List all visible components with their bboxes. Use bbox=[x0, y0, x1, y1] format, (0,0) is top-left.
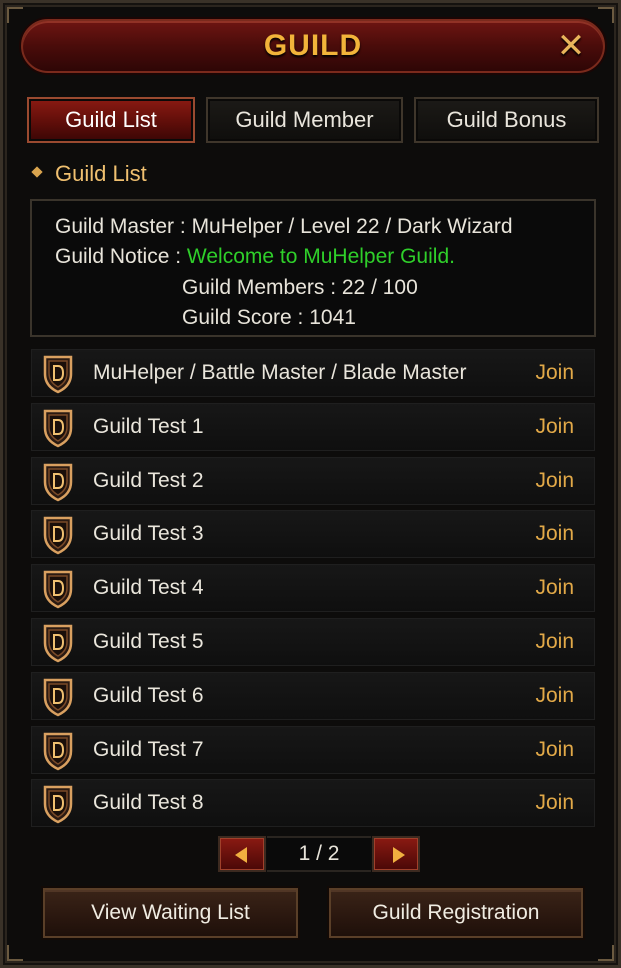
guild-emblem-icon bbox=[41, 515, 75, 555]
guild-emblem-icon bbox=[41, 408, 75, 448]
join-button[interactable]: Join bbox=[535, 415, 574, 439]
guild-emblem-icon bbox=[41, 784, 75, 824]
join-button[interactable]: Join bbox=[535, 522, 574, 546]
guild-members-count: Guild Members : 22 / 100 bbox=[182, 276, 418, 299]
guild-emblem-icon bbox=[41, 677, 75, 717]
guild-master-line: Guild Master : MuHelper / Level 22 / Dar… bbox=[55, 215, 513, 239]
guild-emblem-icon-graphic bbox=[43, 678, 73, 717]
guild-registration-button[interactable]: Guild Registration bbox=[329, 888, 583, 938]
guild-row[interactable]: Guild Test 7 Join bbox=[31, 726, 595, 774]
guild-emblem-icon bbox=[41, 354, 75, 394]
guild-emblem-icon-graphic bbox=[43, 570, 73, 609]
join-button[interactable]: Join bbox=[535, 630, 574, 654]
next-page-button[interactable] bbox=[372, 836, 420, 872]
join-button[interactable]: Join bbox=[535, 684, 574, 708]
tab-guild-member[interactable]: Guild Member bbox=[206, 97, 403, 143]
guild-row[interactable]: Guild Test 8 Join bbox=[31, 779, 595, 827]
guild-info-panel: Guild Master : MuHelper / Level 22 / Dar… bbox=[30, 199, 596, 337]
guild-emblem-icon-graphic bbox=[43, 516, 73, 555]
guild-row[interactable]: Guild Test 5 Join bbox=[31, 618, 595, 666]
guild-emblem-icon-graphic bbox=[43, 785, 73, 824]
guild-name: Guild Test 3 bbox=[93, 522, 204, 545]
guild-row[interactable]: Guild Test 2 Join bbox=[31, 457, 595, 505]
guild-emblem-icon-graphic bbox=[43, 624, 73, 663]
guild-emblem-icon bbox=[41, 462, 75, 502]
guild-row[interactable]: Guild Test 3 Join bbox=[31, 510, 595, 558]
guild-master-value: MuHelper / Level 22 / Dark Wizard bbox=[191, 215, 513, 238]
guild-name: Guild Test 4 bbox=[93, 576, 204, 599]
guild-row[interactable]: Guild Test 1 Join bbox=[31, 403, 595, 451]
guild-name: Guild Test 2 bbox=[93, 469, 204, 492]
join-button[interactable]: Join bbox=[535, 469, 574, 493]
join-button[interactable]: Join bbox=[535, 576, 574, 600]
triangle-right-icon bbox=[393, 847, 405, 863]
view-waiting-list-button[interactable]: View Waiting List bbox=[43, 888, 298, 938]
guild-name: Guild Test 5 bbox=[93, 630, 204, 653]
guild-emblem-icon-graphic bbox=[43, 732, 73, 771]
guild-emblem-icon bbox=[41, 623, 75, 663]
guild-row[interactable]: MuHelper / Battle Master / Blade Master J… bbox=[31, 349, 595, 397]
tab-guild-list[interactable]: Guild List bbox=[27, 97, 195, 143]
guild-emblem-icon bbox=[41, 731, 75, 771]
join-button[interactable]: Join bbox=[535, 791, 574, 815]
prev-page-button[interactable] bbox=[218, 836, 266, 872]
guild-name: MuHelper / Battle Master / Blade Master bbox=[93, 361, 467, 384]
section-title: Guild List bbox=[55, 161, 147, 186]
page-indicator: 1 / 2 bbox=[267, 836, 371, 872]
guild-notice-value: Welcome to MuHelper Guild. bbox=[186, 245, 455, 268]
join-button[interactable]: Join bbox=[535, 738, 574, 762]
diamond-bullet-icon bbox=[31, 166, 43, 178]
guild-emblem-icon-graphic bbox=[43, 463, 73, 502]
guild-score: Guild Score : 1041 bbox=[182, 306, 356, 329]
frame-corner-ornament bbox=[598, 945, 614, 961]
close-icon[interactable]: ✕ bbox=[553, 28, 589, 64]
window-title: GUILD bbox=[263, 29, 363, 62]
frame-corner-ornament bbox=[598, 7, 614, 23]
guild-name: Guild Test 8 bbox=[93, 791, 204, 814]
guild-emblem-icon-graphic bbox=[43, 355, 73, 394]
guild-row[interactable]: Guild Test 4 Join bbox=[31, 564, 595, 612]
guild-notice-label: Guild Notice : bbox=[55, 245, 182, 268]
guild-notice-line: Guild Notice : Welcome to MuHelper Guild… bbox=[55, 245, 455, 269]
guild-name: Guild Test 1 bbox=[93, 415, 204, 438]
guild-master-label: Guild Master : bbox=[55, 215, 186, 238]
guild-name: Guild Test 7 bbox=[93, 738, 204, 761]
frame-corner-ornament bbox=[7, 945, 23, 961]
tab-guild-bonus[interactable]: Guild Bonus bbox=[414, 97, 599, 143]
guild-window: GUILD ✕ Guild List Guild Member Guild Bo… bbox=[0, 0, 621, 968]
title-bar: GUILD ✕ bbox=[21, 19, 605, 73]
triangle-left-icon bbox=[235, 847, 247, 863]
join-button[interactable]: Join bbox=[535, 361, 574, 385]
guild-emblem-icon bbox=[41, 569, 75, 609]
section-heading: Guild List bbox=[31, 161, 147, 189]
guild-emblem-icon-graphic bbox=[43, 409, 73, 448]
frame-corner-ornament bbox=[7, 7, 23, 23]
guild-name: Guild Test 6 bbox=[93, 684, 204, 707]
guild-row[interactable]: Guild Test 6 Join bbox=[31, 672, 595, 720]
